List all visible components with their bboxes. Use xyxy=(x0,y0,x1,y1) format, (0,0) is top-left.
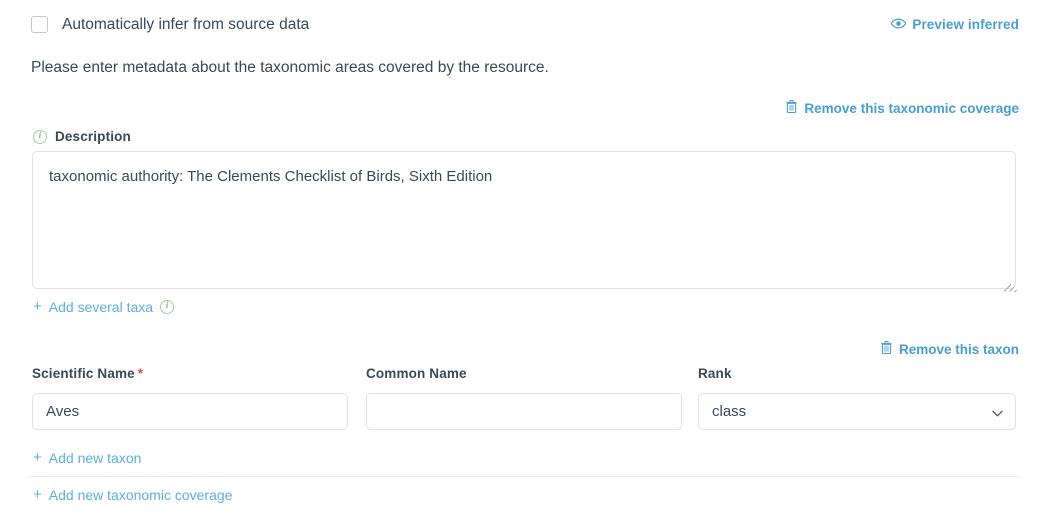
rank-select-wrap[interactable]: class xyxy=(698,393,1016,430)
required-asterisk: * xyxy=(137,366,144,381)
remove-taxonomic-coverage-link[interactable]: Remove this taxonomic coverage xyxy=(786,99,1019,116)
info-icon[interactable]: i xyxy=(160,300,175,314)
add-new-taxonomic-coverage-label: Add new taxonomic coverage xyxy=(48,487,233,503)
add-several-taxa-label: Add several taxa xyxy=(48,299,154,315)
preview-inferred-label: Preview inferred xyxy=(912,17,1019,32)
add-new-taxonomic-coverage-link[interactable]: + Add new taxonomic coverage xyxy=(33,487,232,503)
remove-taxonomic-coverage-label: Remove this taxonomic coverage xyxy=(804,100,1019,116)
description-label-group: i Description xyxy=(33,129,131,144)
eye-icon xyxy=(891,17,907,32)
scientific-name-input[interactable] xyxy=(32,393,348,430)
remove-taxon-label: Remove this taxon xyxy=(898,341,1019,357)
plus-icon: + xyxy=(33,486,42,503)
description-label: Description xyxy=(55,129,131,144)
trash-icon xyxy=(786,99,798,116)
add-new-taxon-link[interactable]: + Add new taxon xyxy=(33,450,141,466)
plus-icon: + xyxy=(33,449,42,466)
common-name-input[interactable] xyxy=(366,393,682,430)
field-labels-row: Scientific Name * Common Name Rank xyxy=(0,366,1045,384)
auto-infer-checkbox-group[interactable]: Automatically infer from source data xyxy=(31,16,309,33)
infer-row: Automatically infer from source data Pre… xyxy=(0,16,1045,42)
intro-text: Please enter metadata about the taxonomi… xyxy=(31,59,549,76)
scientific-name-label: Scientific Name * xyxy=(32,366,143,381)
fields-row: class xyxy=(0,393,1045,430)
add-several-taxa-link[interactable]: + Add several taxa i xyxy=(33,298,175,315)
rank-select[interactable]: class xyxy=(698,393,1016,430)
taxonomic-coverage-form: Automatically infer from source data Pre… xyxy=(0,0,1045,523)
description-textarea[interactable]: taxonomic authority: The Clements Checkl… xyxy=(32,151,1016,289)
scientific-name-label-text: Scientific Name xyxy=(32,366,135,381)
plus-icon: + xyxy=(33,298,42,315)
info-icon[interactable]: i xyxy=(33,129,47,144)
auto-infer-checkbox[interactable] xyxy=(31,16,48,33)
add-new-taxon-label: Add new taxon xyxy=(48,450,142,466)
section-divider xyxy=(28,476,1020,477)
remove-taxon-link[interactable]: Remove this taxon xyxy=(881,340,1019,357)
rank-label: Rank xyxy=(698,366,732,381)
preview-inferred-link[interactable]: Preview inferred xyxy=(891,17,1019,32)
auto-infer-label: Automatically infer from source data xyxy=(62,16,310,33)
trash-icon xyxy=(881,340,892,357)
common-name-label: Common Name xyxy=(366,366,467,381)
